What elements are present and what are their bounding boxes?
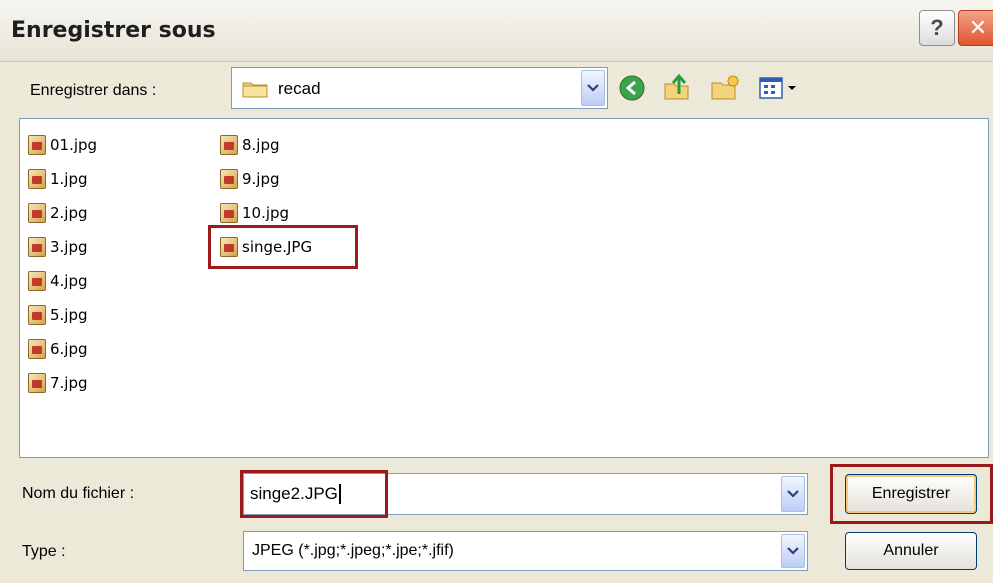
jpg-file-icon	[28, 135, 46, 155]
file-item[interactable]: 01.jpg	[28, 129, 97, 161]
jpg-file-icon	[220, 203, 238, 223]
filetype-value: JPEG (*.jpg;*.jpeg;*.jpe;*.jfif)	[252, 542, 454, 559]
save-in-value: recad	[278, 79, 321, 98]
jpg-file-icon	[220, 169, 238, 189]
file-item[interactable]: 6.jpg	[28, 333, 88, 365]
back-button[interactable]	[618, 74, 646, 102]
folder-icon	[242, 80, 268, 98]
file-item[interactable]: 9.jpg	[220, 163, 280, 195]
close-button[interactable]: ✕	[958, 10, 993, 46]
title-bar: Enregistrer sous ? ✕	[0, 0, 993, 62]
up-folder-button[interactable]	[662, 72, 692, 102]
save-in-dropdown-button[interactable]	[581, 70, 605, 106]
jpg-file-icon	[28, 271, 46, 291]
help-icon: ?	[930, 15, 944, 40]
filename-label: Nom du fichier :	[22, 485, 135, 502]
window-title: Enregistrer sous	[11, 18, 216, 43]
view-menu-button[interactable]	[758, 74, 800, 102]
jpg-file-icon	[28, 203, 46, 223]
file-item[interactable]: 7.jpg	[28, 367, 88, 399]
cancel-button[interactable]: Annuler	[845, 532, 977, 570]
jpg-file-icon	[28, 169, 46, 189]
jpg-file-icon	[220, 135, 238, 155]
file-item[interactable]: 8.jpg	[220, 129, 280, 161]
new-folder-icon	[711, 75, 739, 100]
save-in-label: Enregistrer dans :	[30, 82, 157, 99]
filename-dropdown-button[interactable]	[781, 476, 805, 512]
jpg-file-icon	[28, 305, 46, 325]
file-item[interactable]: 4.jpg	[28, 265, 88, 297]
file-item[interactable]: 5.jpg	[28, 299, 88, 331]
filetype-combo[interactable]: JPEG (*.jpg;*.jpeg;*.jpe;*.jfif)	[243, 531, 808, 571]
chevron-down-icon	[787, 490, 799, 498]
file-item[interactable]: 1.jpg	[28, 163, 88, 195]
new-folder-button[interactable]	[710, 74, 740, 102]
file-list[interactable]: 01.jpg 1.jpg 2.jpg 3.jpg 4.jpg 5.jpg 6.j…	[19, 118, 989, 458]
jpg-file-icon	[28, 237, 46, 257]
file-item[interactable]: 3.jpg	[28, 231, 88, 263]
jpg-file-icon	[28, 373, 46, 393]
highlight-box	[240, 470, 388, 518]
help-button[interactable]: ?	[919, 10, 955, 46]
view-menu-icon	[759, 77, 796, 99]
chevron-down-icon	[787, 547, 799, 555]
up-folder-icon	[664, 73, 689, 100]
highlight-box	[208, 225, 358, 269]
jpg-file-icon	[28, 339, 46, 359]
highlight-box	[830, 464, 993, 524]
back-arrow-icon	[619, 75, 645, 101]
save-in-combo[interactable]: recad	[231, 67, 608, 109]
file-item[interactable]: 2.jpg	[28, 197, 88, 229]
chevron-down-icon	[587, 84, 599, 92]
close-icon: ✕	[968, 15, 988, 40]
filetype-label: Type :	[22, 543, 66, 560]
filetype-dropdown-button[interactable]	[781, 534, 805, 568]
